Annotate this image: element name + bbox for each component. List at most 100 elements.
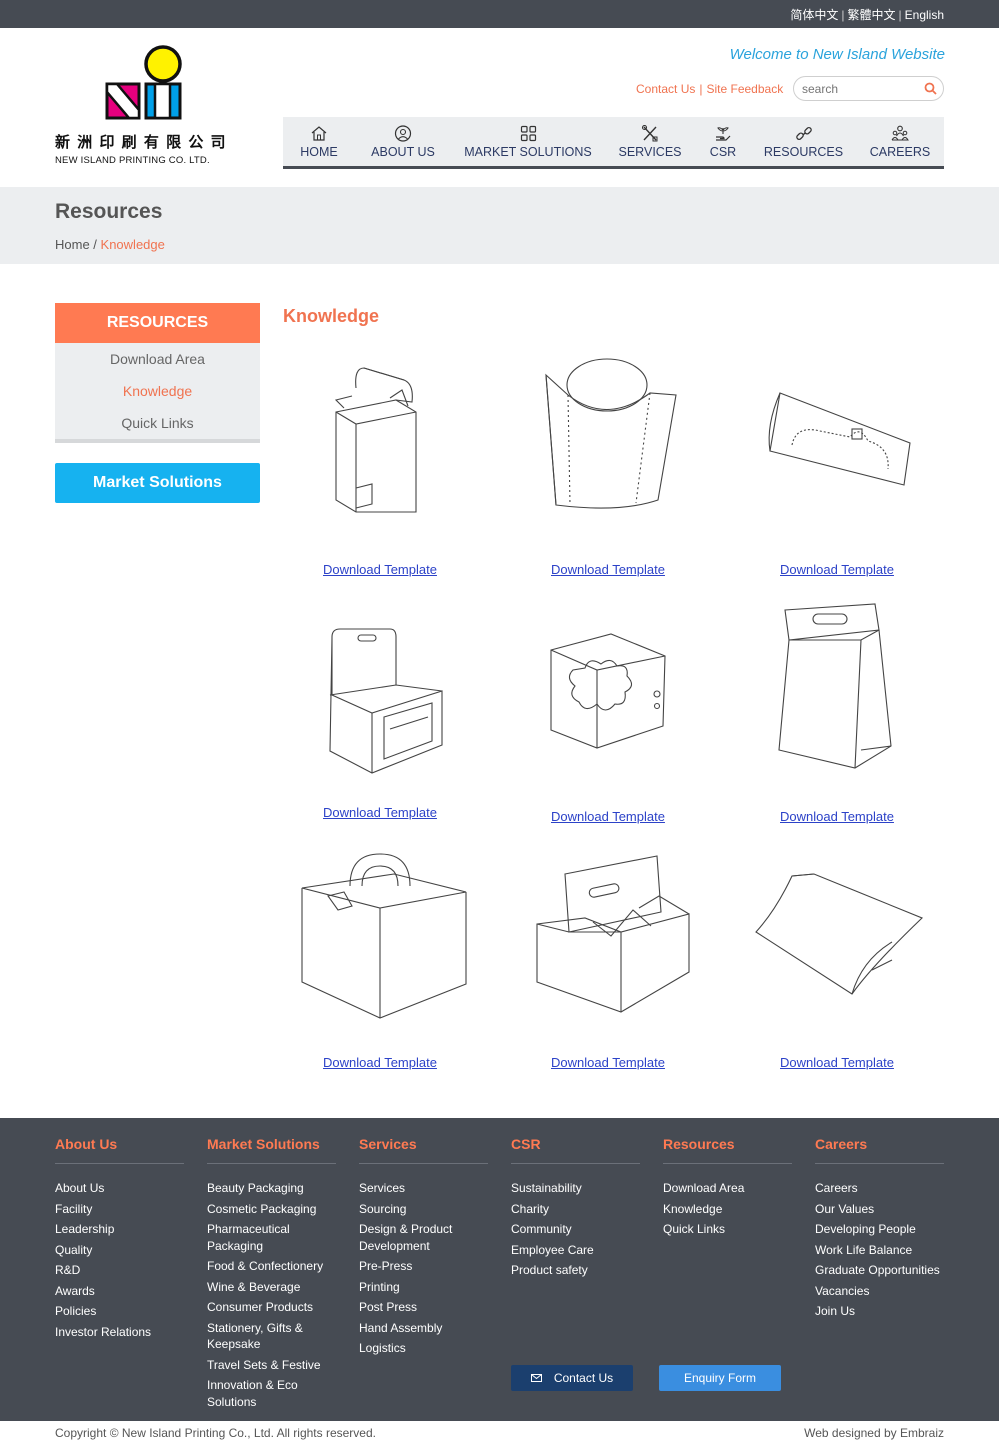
breadcrumb-home[interactable]: Home [55, 237, 90, 252]
footer-contact-button[interactable]: Contact Us [511, 1365, 633, 1391]
breadcrumb-current: Knowledge [100, 237, 165, 252]
site-logo[interactable]: 新 洲 印 刷 有 限 公 司 NEW ISLAND PRINTING CO. … [55, 44, 240, 166]
sidebar-item-knowledge[interactable]: Knowledge [55, 375, 260, 407]
footer-link[interactable]: Printing [359, 1279, 488, 1296]
footer-link[interactable]: Logistics [359, 1340, 488, 1357]
footer-link[interactable]: Download Area [663, 1180, 792, 1197]
lang-simplified[interactable]: 简体中文 [790, 8, 838, 22]
footer-link[interactable]: Vacancies [815, 1283, 944, 1300]
nav-market-solutions[interactable]: MARKET SOLUTIONS [451, 117, 605, 166]
resources-menu: RESOURCES Download Area Knowledge Quick … [55, 303, 260, 443]
lang-traditional[interactable]: 繁體中文 [848, 8, 896, 22]
footer-link[interactable]: Hand Assembly [359, 1320, 488, 1337]
enquiry-form-button[interactable]: Enquiry Form [659, 1365, 781, 1391]
footer-link[interactable]: Developing People [815, 1221, 944, 1238]
envelope-icon [530, 1374, 542, 1382]
nav-about-us[interactable]: ABOUT US [355, 117, 451, 166]
sidebar: RESOURCES Download Area Knowledge Quick … [55, 303, 260, 503]
footer-link[interactable]: Work Life Balance [815, 1242, 944, 1259]
footer-link[interactable]: Leadership [55, 1221, 184, 1238]
footer-link[interactable]: Design & Product Development [359, 1221, 488, 1254]
top-bar: 简体中文 | 繁體中文 | English [0, 0, 999, 28]
footer-link[interactable]: Product safety [511, 1262, 640, 1279]
download-template-link[interactable]: Download Template [551, 562, 665, 577]
footer-link[interactable]: Policies [55, 1303, 184, 1320]
footer-column-resources: Resources Download Area Knowledge Quick … [663, 1136, 792, 1242]
search-input[interactable] [794, 77, 914, 100]
footer-column-about: About Us About Us Facility Leadership Qu… [55, 1136, 184, 1344]
footer-link[interactable]: Our Values [815, 1201, 944, 1218]
footer-link[interactable]: Sourcing [359, 1201, 488, 1218]
footer-column-csr: CSR Sustainability Charity Community Emp… [511, 1136, 640, 1283]
site-footer: About Us About Us Facility Leadership Qu… [0, 1118, 999, 1421]
nav-resources[interactable]: RESOURCES [751, 117, 856, 166]
search-box [793, 76, 944, 101]
download-template-link[interactable]: Download Template [780, 562, 894, 577]
footer-link[interactable]: Knowledge [663, 1201, 792, 1218]
logo-mark-icon [105, 45, 182, 120]
footer-link[interactable]: Investor Relations [55, 1324, 184, 1341]
download-template-link[interactable]: Download Template [323, 1055, 437, 1070]
footer-link[interactable]: Innovation & Eco Solutions [207, 1377, 336, 1410]
logo-english-name: NEW ISLAND PRINTING CO. LTD. [55, 155, 210, 166]
footer-link[interactable]: Services [359, 1180, 488, 1197]
footer-link[interactable]: Facility [55, 1201, 184, 1218]
footer-link[interactable]: Careers [815, 1180, 944, 1197]
footer-link[interactable]: Community [511, 1221, 640, 1238]
nav-services[interactable]: SERVICES [605, 117, 695, 166]
nav-csr[interactable]: CSR [695, 117, 751, 166]
footer-link[interactable]: Beauty Packaging [207, 1180, 336, 1197]
footer-link[interactable]: Food & Confectionery [207, 1258, 336, 1275]
footer-link[interactable]: About Us [55, 1180, 184, 1197]
grid-icon [520, 125, 536, 141]
footer-link[interactable]: Charity [511, 1201, 640, 1218]
site-feedback-link[interactable]: Site Feedback [706, 82, 783, 96]
lang-english[interactable]: English [905, 8, 944, 22]
footer-link[interactable]: Join Us [815, 1303, 944, 1320]
download-template-link[interactable]: Download Template [551, 809, 665, 824]
footer-link[interactable]: Travel Sets & Festive [207, 1357, 336, 1374]
language-switcher: 简体中文 | 繁體中文 | English [790, 6, 944, 23]
search-icon[interactable] [924, 82, 937, 95]
footer-link[interactable]: Cosmetic Packaging [207, 1201, 336, 1218]
nav-home[interactable]: HOME [283, 117, 355, 166]
tools-icon [641, 124, 658, 141]
designer-credit[interactable]: Web designed by Embraiz [804, 1426, 944, 1440]
section-title: Knowledge [283, 306, 380, 326]
window-display-box-icon [329, 628, 443, 774]
footer-link[interactable]: Wine & Beverage [207, 1279, 336, 1296]
sidebar-heading: RESOURCES [55, 303, 260, 343]
footer-link[interactable]: Post Press [359, 1299, 488, 1316]
footer-link[interactable]: Employee Care [511, 1242, 640, 1259]
footer-link[interactable]: Pre-Press [359, 1258, 488, 1275]
breadcrumb: Home / Knowledge [55, 237, 165, 252]
footer-link[interactable]: Quick Links [663, 1221, 792, 1238]
contact-us-link[interactable]: Contact Us [636, 82, 695, 96]
link-icon [795, 126, 812, 140]
footer-link[interactable]: Sustainability [511, 1180, 640, 1197]
download-template-link[interactable]: Download Template [551, 1055, 665, 1070]
download-template-link[interactable]: Download Template [780, 809, 894, 824]
sidebar-item-download-area[interactable]: Download Area [55, 343, 260, 375]
footer-column-careers: Careers Careers Our Values Developing Pe… [815, 1136, 944, 1324]
footer-column-title: Market Solutions [207, 1136, 336, 1164]
nav-label: CSR [709, 144, 737, 159]
footer-link[interactable]: Quality [55, 1242, 184, 1259]
footer-link[interactable]: Stationery, Gifts & Keepsake [207, 1320, 336, 1353]
tuck-box-icon [334, 367, 417, 513]
footer-link[interactable]: Consumer Products [207, 1299, 336, 1316]
download-template-link[interactable]: Download Template [323, 562, 437, 577]
market-solutions-button[interactable]: Market Solutions [55, 463, 260, 503]
user-circle-icon [394, 124, 412, 142]
download-template-link[interactable]: Download Template [780, 1055, 894, 1070]
contact-button-label: Contact Us [553, 1371, 614, 1385]
page-title: Resources [55, 200, 163, 223]
nav-careers[interactable]: CAREERS [856, 117, 944, 166]
footer-link[interactable]: Graduate Opportunities [815, 1262, 944, 1279]
footer-link[interactable]: Awards [55, 1283, 184, 1300]
sidebar-item-quick-links[interactable]: Quick Links [55, 407, 260, 439]
footer-link[interactable]: R&D [55, 1262, 184, 1279]
download-template-link[interactable]: Download Template [323, 805, 437, 820]
footer-link[interactable]: Pharmaceutical Packaging [207, 1221, 336, 1254]
footer-column-title: Services [359, 1136, 488, 1164]
